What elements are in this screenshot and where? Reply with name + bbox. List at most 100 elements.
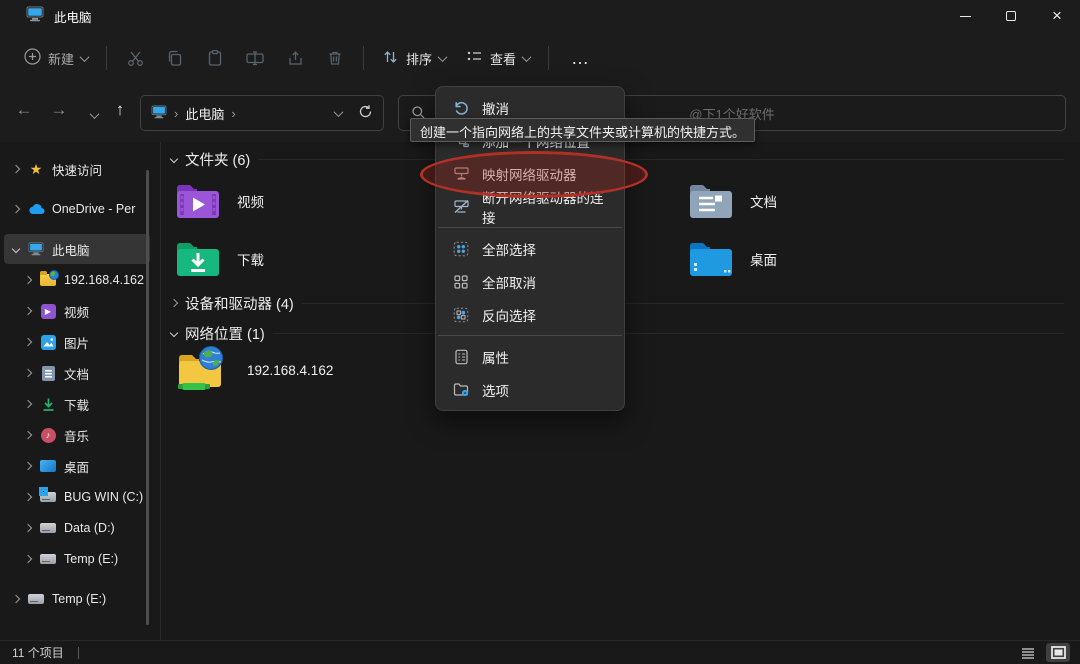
menu-item-properties[interactable]: 属性: [440, 340, 620, 373]
menu-item-invert-selection[interactable]: 反向选择: [440, 298, 620, 331]
chevron-right-icon[interactable]: [20, 308, 36, 314]
chevron-right-icon[interactable]: [8, 596, 24, 602]
sidebar-item-network-host[interactable]: 192.168.4.162: [4, 265, 150, 295]
this-pc-icon: [27, 241, 45, 257]
sidebar-item-drive-c[interactable]: BUG WIN (C:): [4, 482, 150, 512]
sidebar-item-label: Temp (E:): [52, 592, 106, 606]
pictures-icon: [39, 334, 57, 350]
chevron-down-icon[interactable]: [8, 246, 24, 252]
forward-button[interactable]: →: [45, 100, 73, 120]
close-button[interactable]: ×: [1034, 0, 1080, 32]
details-view-button[interactable]: [1016, 643, 1040, 662]
chevron-right-icon[interactable]: [8, 206, 24, 212]
sidebar-scrollbar[interactable]: [146, 170, 149, 625]
sidebar-item-music[interactable]: ♪ 音乐: [4, 420, 150, 450]
chevron-right-icon[interactable]: [20, 494, 36, 500]
sidebar-item-label: 图片: [64, 333, 89, 352]
refresh-icon[interactable]: [358, 104, 373, 122]
menu-item-select-none[interactable]: 全部取消: [440, 265, 620, 298]
minimize-icon: [960, 16, 971, 17]
annotation-red-ellipse: [420, 151, 648, 198]
chevron-right-icon[interactable]: [20, 339, 36, 345]
delete-button[interactable]: [315, 41, 355, 75]
tooltip: 创建一个指向网络上的共享文件夹或计算机的快捷方式。: [410, 118, 755, 142]
sidebar-item-this-pc[interactable]: 此电脑: [4, 234, 150, 264]
drive-icon: [39, 551, 57, 567]
menu-item-label: 全部选择: [482, 239, 536, 259]
section-line: [273, 333, 1064, 334]
chevron-right-icon: [170, 299, 178, 307]
menu-item-label: 全部取消: [482, 272, 536, 292]
folder-tile-documents[interactable]: 文档: [688, 176, 1080, 226]
address-dropdown-icon[interactable]: [334, 107, 344, 117]
chevron-down-icon: [170, 155, 178, 163]
sidebar-item-label: BUG WIN (C:): [64, 490, 143, 504]
sidebar-item-desktop[interactable]: 桌面: [4, 451, 150, 481]
paste-button[interactable]: [195, 41, 235, 75]
breadcrumb-bar[interactable]: › 此电脑 ›: [140, 95, 384, 131]
cut-button[interactable]: [115, 41, 155, 75]
menu-item-select-all[interactable]: 全部选择: [440, 232, 620, 265]
copy-button[interactable]: [155, 41, 195, 75]
section-header-label: 文件夹 (6): [185, 149, 250, 170]
chevron-right-icon[interactable]: [20, 432, 36, 438]
desktop-folder-icon: [688, 239, 734, 279]
thumbnail-view-button[interactable]: [1046, 643, 1070, 662]
title-bar: 此电脑 ×: [0, 0, 1080, 32]
menu-item-options[interactable]: 选项: [440, 373, 620, 406]
drive-icon: [27, 591, 45, 607]
sidebar-item-documents[interactable]: 文档: [4, 358, 150, 388]
sidebar-item-drive-e[interactable]: Temp (E:): [4, 544, 150, 574]
menu-item-label: 选项: [482, 380, 509, 400]
minimize-button[interactable]: [942, 0, 988, 32]
star-icon: ★: [27, 161, 45, 177]
view-button[interactable]: 查看: [456, 42, 540, 75]
chevron-right-icon[interactable]: [20, 277, 36, 283]
new-button[interactable]: 新建: [14, 41, 98, 75]
windows-drive-icon: [39, 489, 57, 505]
desktop-icon: [39, 458, 57, 474]
sort-button[interactable]: 排序: [372, 42, 456, 75]
sidebar-item-quick-access[interactable]: ★ 快速访问: [4, 154, 150, 184]
sidebar-item-label: 192.168.4.162: [64, 273, 144, 287]
chevron-right-icon[interactable]: [20, 556, 36, 562]
pane-divider[interactable]: [160, 142, 161, 640]
chevron-down-icon: [438, 52, 448, 62]
history-chevron-button[interactable]: [80, 104, 108, 124]
item-count: 11 个项目: [12, 644, 64, 661]
window-title: 此电脑: [54, 7, 92, 26]
breadcrumb-separator: ›: [174, 106, 178, 121]
select-none-icon: [452, 273, 470, 291]
undo-icon: [452, 99, 470, 117]
chevron-right-icon[interactable]: [20, 525, 36, 531]
folder-tile-desktop[interactable]: 桌面: [688, 234, 1080, 284]
chevron-right-icon[interactable]: [20, 370, 36, 376]
options-icon: [452, 381, 470, 399]
sidebar-item-pictures[interactable]: 图片: [4, 327, 150, 357]
back-button[interactable]: ←: [10, 100, 38, 120]
sidebar-item-onedrive[interactable]: OneDrive - Per: [4, 194, 150, 224]
chevron-right-icon[interactable]: [8, 166, 24, 172]
maximize-button[interactable]: [988, 0, 1034, 32]
rename-button[interactable]: [235, 41, 275, 75]
sidebar-item-drive-e-root[interactable]: Temp (E:): [4, 584, 150, 614]
navigation-pane: ★ 快速访问 OneDrive - Per 此电脑 192.168.4.162 …: [0, 142, 160, 640]
sidebar-item-label: 音乐: [64, 426, 89, 445]
chevron-right-icon[interactable]: [20, 401, 36, 407]
share-button[interactable]: [275, 41, 315, 75]
sidebar-item-downloads[interactable]: 下载: [4, 389, 150, 419]
menu-separator: [438, 227, 622, 228]
up-button[interactable]: ↑: [106, 100, 134, 120]
sidebar-item-videos[interactable]: ▶ 视频: [4, 296, 150, 326]
command-toolbar: 新建 排序 查看: [0, 32, 1080, 84]
maximize-icon: [1006, 11, 1016, 21]
chevron-right-icon[interactable]: [20, 463, 36, 469]
menu-item-label: 撤消: [482, 98, 509, 118]
sidebar-item-label: 视频: [64, 302, 89, 321]
status-bar: 11 个项目: [0, 640, 1080, 664]
section-line: [302, 303, 1064, 304]
toolbar-separator: [106, 46, 107, 70]
see-more-button[interactable]: …: [557, 53, 604, 63]
sidebar-item-drive-d[interactable]: Data (D:): [4, 513, 150, 543]
breadcrumb-this-pc[interactable]: 此电脑: [185, 104, 224, 123]
